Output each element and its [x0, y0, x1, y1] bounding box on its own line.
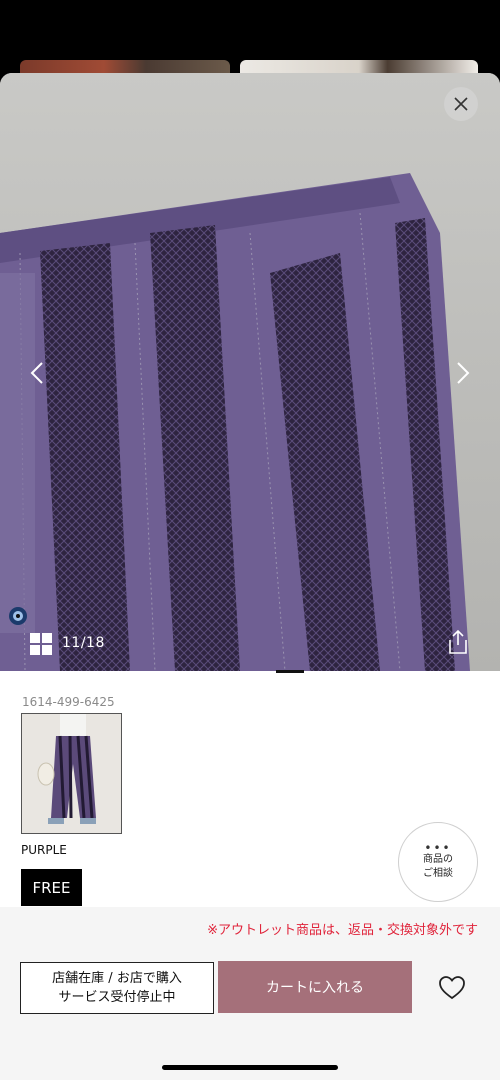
image-viewer-sheet: 11/18 1614-499-6425 PURPLE FREE ••• 商品の … [0, 73, 500, 1080]
image-counter: 11/18 [62, 635, 105, 651]
outlet-notice: ※アウトレット商品は、返品・交換対象外です [207, 923, 478, 938]
size-option-button[interactable]: FREE [21, 869, 82, 906]
purchase-bar: ※アウトレット商品は、返品・交換対象外です 店舗在庫 / お店で購入 サービス受… [0, 907, 500, 1080]
next-image-button[interactable] [448, 355, 478, 391]
close-icon [454, 97, 468, 111]
grid-icon[interactable] [30, 633, 52, 655]
add-to-cart-button[interactable]: カートに入れる [218, 961, 412, 1013]
more-dots-icon: ••• [424, 841, 452, 855]
close-button[interactable] [444, 87, 478, 121]
previous-image-button[interactable] [22, 355, 52, 391]
page-indicator [276, 670, 304, 673]
product-sku: 1614-499-6425 [22, 695, 115, 709]
chevron-left-icon [30, 362, 43, 384]
color-swatch-thumbnail[interactable] [21, 713, 122, 834]
thumbnail-image [22, 714, 121, 833]
garment-image [0, 173, 470, 671]
home-indicator [162, 1065, 338, 1070]
chevron-right-icon [457, 362, 470, 384]
product-photo[interactable]: 11/18 [0, 73, 500, 671]
share-icon[interactable] [446, 629, 470, 655]
background-gallery [0, 0, 500, 75]
color-name: PURPLE [21, 843, 67, 857]
store-stock-button[interactable]: 店舗在庫 / お店で購入 サービス受付停止中 [20, 962, 214, 1014]
heart-icon[interactable] [438, 975, 466, 1001]
product-consult-button[interactable]: ••• 商品の ご相談 [398, 822, 478, 902]
